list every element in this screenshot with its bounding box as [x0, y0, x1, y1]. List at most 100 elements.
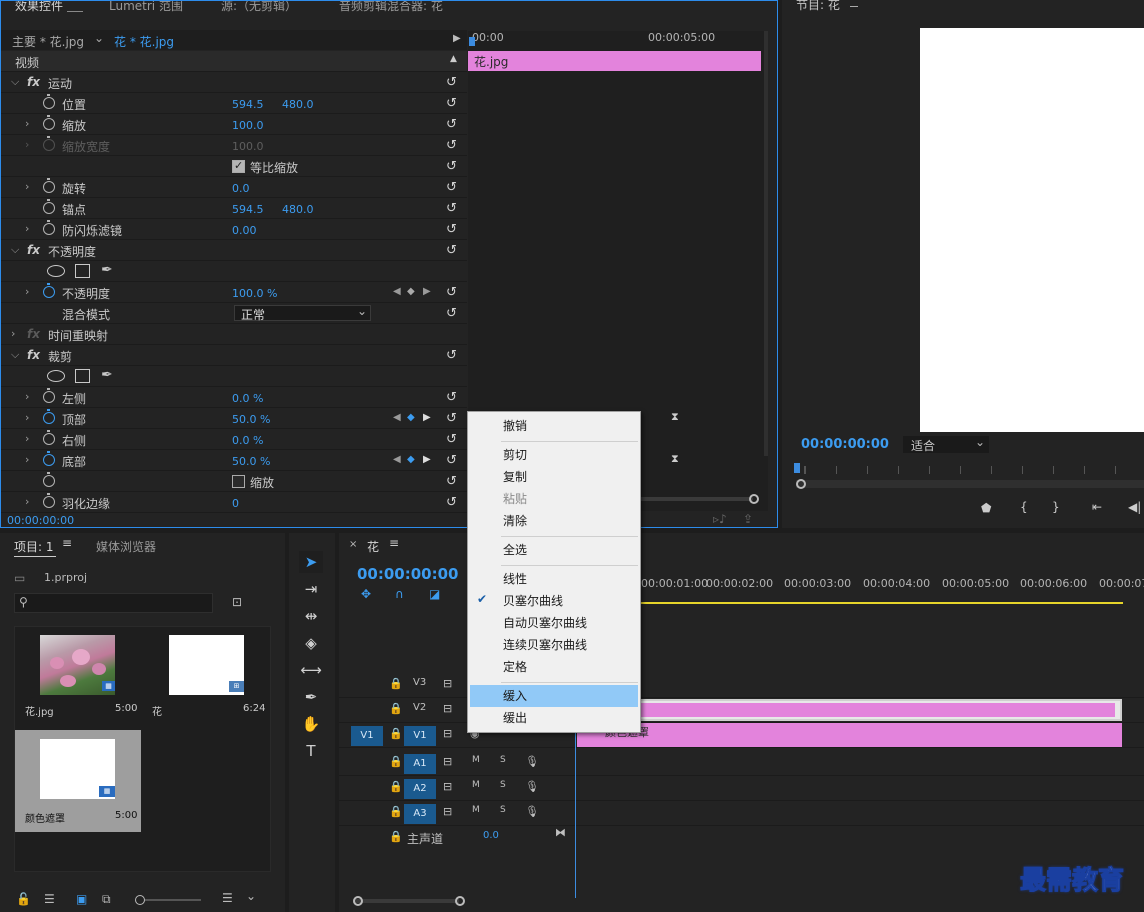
scroll-handle[interactable]	[796, 479, 806, 489]
step-back-icon[interactable]: ◀|	[1128, 500, 1141, 514]
chevron-right-icon[interactable]: ›	[25, 453, 29, 466]
reset-icon[interactable]: ↺	[446, 390, 457, 405]
next-keyframe-icon[interactable]: ▶	[423, 286, 431, 297]
clip-bar[interactable]: 花.jpg	[468, 51, 761, 71]
menu-continuous-bezier[interactable]: 连续贝塞尔曲线	[470, 634, 638, 656]
icon-view-icon[interactable]: ▣	[76, 892, 87, 906]
solo-button[interactable]: S	[500, 780, 506, 790]
target-a3-button[interactable]: A3	[404, 804, 436, 824]
reset-icon[interactable]: ↺	[446, 495, 457, 510]
project-item-color-matte[interactable]: ▦ 颜色遮罩 5:00	[15, 730, 141, 832]
sync-icon[interactable]: ⊟	[443, 755, 452, 768]
lock-icon[interactable]: 🔒	[389, 830, 403, 843]
chevron-right-icon[interactable]: ›	[25, 411, 29, 424]
stopwatch-icon[interactable]	[43, 388, 55, 403]
anchor-x[interactable]: 594.5	[232, 203, 264, 216]
menu-ease-in[interactable]: 缓入	[470, 685, 638, 707]
next-keyframe-icon[interactable]: ▶	[423, 454, 431, 465]
rotation-value[interactable]: 0.0	[232, 182, 250, 195]
tab-project[interactable]: 项目: 1	[14, 538, 54, 555]
reset-icon[interactable]: ↺	[446, 222, 457, 237]
scroll-up-icon[interactable]: ▲	[450, 54, 457, 64]
selection-tool-icon[interactable]: ➤	[299, 551, 323, 573]
crop-zoom-checkbox[interactable]	[232, 475, 245, 488]
menu-select-all[interactable]: 全选	[470, 539, 638, 561]
stopwatch-icon[interactable]	[43, 220, 55, 235]
reset-icon[interactable]: ↺	[446, 453, 457, 468]
fx-icon[interactable]: fx	[27, 243, 40, 257]
clip-v1[interactable]: ▪ 颜色遮罩	[577, 723, 1122, 747]
microphone-icon[interactable]: 🎙	[525, 755, 539, 768]
position-y[interactable]: 480.0	[282, 98, 314, 111]
zoom-slider[interactable]	[145, 899, 201, 901]
tab-audio-mixer[interactable]: 音频剪辑混合器: 花	[339, 1, 443, 14]
timeline-timecode[interactable]: 00:00:00:00	[357, 565, 459, 583]
magnet-icon[interactable]: ∩	[395, 587, 404, 601]
reset-icon[interactable]: ↺	[446, 348, 457, 363]
reset-icon[interactable]: ↺	[446, 117, 457, 132]
search-input[interactable]: ⚲	[14, 593, 213, 613]
ripple-edit-tool-icon[interactable]: ⇹	[299, 605, 323, 627]
reset-icon[interactable]: ↺	[446, 432, 457, 447]
ellipse-mask-icon[interactable]	[47, 370, 65, 382]
lock-icon[interactable]: 🔓	[16, 892, 31, 906]
keyframe-icon[interactable]: ◆	[407, 454, 415, 465]
menu-undo[interactable]: 撤销	[470, 415, 638, 437]
mark-out-icon[interactable]: }	[1052, 500, 1060, 514]
target-a1-button[interactable]: A1	[404, 754, 436, 774]
track-label[interactable]: V2	[413, 702, 426, 713]
bowtie-icon[interactable]: ⧓	[555, 826, 566, 839]
hand-tool-icon[interactable]: ✋	[299, 713, 323, 735]
pen-mask-icon[interactable]: ✒	[101, 367, 113, 383]
timeline-playhead[interactable]	[575, 723, 576, 898]
reset-icon[interactable]: ↺	[446, 201, 457, 216]
reset-icon[interactable]: ↺	[446, 96, 457, 111]
reset-icon[interactable]: ↺	[446, 306, 457, 321]
program-title[interactable]: 节目: 花	[796, 0, 840, 13]
stopwatch-icon[interactable]	[43, 493, 55, 508]
chevron-right-icon[interactable]: ›	[25, 495, 29, 508]
crop-bottom-value[interactable]: 50.0 %	[232, 455, 270, 468]
clip-v2[interactable]	[579, 703, 1115, 717]
tab-media-browser[interactable]: 媒体浏览器	[96, 538, 156, 555]
next-keyframe-icon[interactable]: ▶	[423, 412, 431, 423]
lock-icon[interactable]: 🔒	[389, 677, 403, 690]
stopwatch-icon[interactable]	[43, 178, 55, 193]
lock-icon[interactable]: 🔒	[389, 780, 403, 793]
rectangle-mask-icon[interactable]	[75, 369, 90, 383]
solo-button[interactable]: S	[500, 805, 506, 815]
uniform-scale-checkbox[interactable]	[232, 159, 245, 173]
menu-bezier[interactable]: 贝塞尔曲线	[470, 590, 638, 612]
feather-value[interactable]: 0	[232, 497, 239, 510]
playhead[interactable]	[469, 37, 475, 46]
program-timecode[interactable]: 00:00:00:00	[801, 437, 889, 452]
rectangle-mask-icon[interactable]	[75, 264, 90, 278]
linked-selection-icon[interactable]: ◪	[429, 587, 440, 601]
project-item-flower-jpg[interactable]: ▦ 花.jpg 5:00	[15, 627, 140, 727]
sync-icon[interactable]: ⊟	[443, 702, 452, 715]
menu-linear[interactable]: 线性	[470, 568, 638, 590]
keyframe-icon[interactable]: ◆	[407, 286, 415, 297]
anchor-y[interactable]: 480.0	[282, 203, 314, 216]
mark-in-icon[interactable]: {	[1020, 500, 1028, 514]
reset-icon[interactable]: ↺	[446, 411, 457, 426]
clip-v2-outline[interactable]	[577, 699, 1122, 721]
sync-icon[interactable]: ⊟	[443, 805, 452, 818]
program-playhead[interactable]	[794, 463, 800, 473]
keyframe-hourglass-icon[interactable]: ⧗	[671, 452, 679, 466]
sync-icon[interactable]: ⊟	[443, 727, 452, 740]
menu-icon[interactable]	[67, 11, 83, 12]
chevron-right-icon[interactable]: ›	[25, 285, 29, 298]
opacity-value[interactable]: 100.0 %	[232, 287, 277, 300]
program-ruler[interactable]	[804, 466, 1144, 474]
pen-mask-icon[interactable]: ✒	[101, 262, 113, 278]
stopwatch-icon[interactable]	[43, 199, 55, 214]
stopwatch-icon[interactable]	[43, 409, 55, 424]
sync-icon[interactable]: ⊟	[443, 780, 452, 793]
new-bin-icon[interactable]: ⊡	[232, 595, 242, 609]
reset-icon[interactable]: ↺	[446, 75, 457, 90]
stopwatch-icon[interactable]	[43, 94, 55, 109]
chevron-right-icon[interactable]: ›	[25, 117, 29, 130]
sequence-clip-label[interactable]: 花 * 花.jpg	[114, 33, 174, 50]
crop-right-value[interactable]: 0.0 %	[232, 434, 263, 447]
